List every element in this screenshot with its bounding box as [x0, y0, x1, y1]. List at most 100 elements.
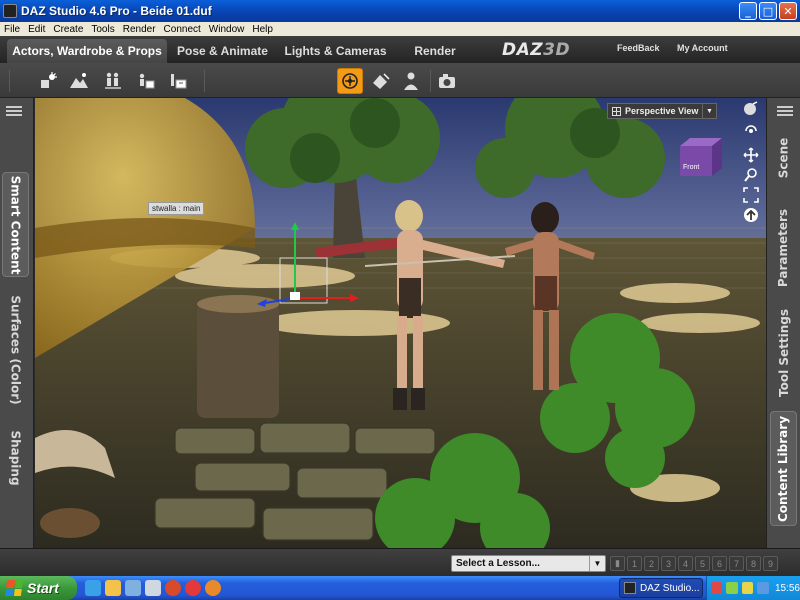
lesson-step[interactable]: 8	[746, 556, 761, 571]
daz3d-logo: DAZ3D	[502, 40, 570, 60]
taskbar-daz-studio[interactable]: DAZ Studio...	[619, 578, 703, 598]
lesson-step[interactable]: 5	[695, 556, 710, 571]
view-cube-label[interactable]: Front	[683, 164, 699, 171]
universal-tool-icon[interactable]	[337, 68, 363, 94]
grid-icon	[612, 106, 621, 116]
firefox-icon[interactable]	[205, 580, 221, 596]
pane-options-icon[interactable]	[6, 106, 22, 120]
menu-render[interactable]: Render	[119, 24, 160, 35]
add-light-icon[interactable]	[35, 68, 61, 94]
lesson-step[interactable]: 3	[661, 556, 676, 571]
menu-connect[interactable]: Connect	[160, 24, 205, 35]
terrain-icon[interactable]	[66, 68, 92, 94]
tab-lights-cameras[interactable]: Lights & Cameras	[278, 39, 393, 63]
move-icon[interactable]	[741, 146, 761, 164]
daz-app-icon	[3, 4, 17, 18]
tab-surfaces-color[interactable]: Surfaces (Color)	[2, 290, 29, 410]
network-icon[interactable]	[757, 582, 769, 594]
menu-tools[interactable]: Tools	[87, 24, 118, 35]
tab-content-library[interactable]: Content Library	[770, 411, 797, 526]
taskbar-task-label: DAZ Studio...	[640, 582, 700, 594]
tray-icon[interactable]	[726, 582, 738, 594]
windows-flag-icon	[4, 580, 24, 596]
menu-edit[interactable]: Edit	[24, 24, 49, 35]
camera-label: Perspective View	[625, 106, 699, 116]
tab-scene[interactable]: Scene	[770, 128, 797, 188]
window-title: DAZ Studio 4.6 Pro - Beide 01.duf	[21, 4, 212, 18]
desktop-icon[interactable]	[85, 580, 101, 596]
tab-tool-settings[interactable]: Tool Settings	[770, 303, 797, 403]
main-toolbar	[0, 63, 800, 98]
tab-actors-wardrobe-props[interactable]: Actors, Wardrobe & Props	[7, 39, 167, 63]
clock: 15:56	[774, 582, 800, 594]
tab-label: Pose & Animate	[177, 44, 268, 58]
vtab-label: Content Library	[776, 415, 791, 522]
tab-label: Lights & Cameras	[284, 44, 387, 58]
tab-smart-content[interactable]: Smart Content	[2, 172, 29, 277]
shading-sphere-icon[interactable]	[741, 100, 761, 118]
lesson-select[interactable]: Select a Lesson... ▼	[451, 555, 606, 572]
left-pane: Smart Content Surfaces (Color) Shaping	[0, 98, 34, 548]
menu-window[interactable]: Window	[205, 24, 249, 35]
volume-icon[interactable]	[741, 582, 754, 594]
figure-group-icon[interactable]	[100, 68, 126, 94]
lesson-step-first[interactable]: ▮	[610, 556, 625, 571]
vtab-label: Smart Content	[8, 175, 23, 274]
tab-parameters[interactable]: Parameters	[770, 198, 797, 298]
network-icon[interactable]	[125, 580, 141, 596]
scene-render	[35, 98, 766, 548]
lesson-step[interactable]: 7	[729, 556, 744, 571]
logo-daz-text: DAZ	[502, 40, 544, 60]
feedback-link[interactable]: FeedBack	[617, 43, 660, 53]
toolbar-separator	[9, 70, 10, 92]
folder-icon[interactable]	[105, 580, 121, 596]
close-button[interactable]: ✕	[779, 2, 797, 20]
tray-icon[interactable]	[711, 582, 723, 594]
lesson-step[interactable]: 2	[644, 556, 659, 571]
frame-icon[interactable]	[741, 186, 761, 204]
3d-viewport[interactable]: stwalla : main Front Perspective View ▼	[35, 98, 766, 548]
minimize-button[interactable]: _	[739, 2, 757, 20]
pane-options-icon[interactable]	[777, 106, 793, 120]
node-select-icon[interactable]	[368, 68, 394, 94]
start-button[interactable]: Start	[0, 576, 77, 600]
lesson-step[interactable]: 9	[763, 556, 778, 571]
toolbar-separator	[430, 70, 431, 92]
up-icon[interactable]	[741, 206, 761, 224]
menu-create[interactable]: Create	[49, 24, 87, 35]
tab-render[interactable]: Render	[400, 39, 470, 63]
lesson-step[interactable]: 4	[678, 556, 693, 571]
chevron-down-icon: ▼	[589, 556, 605, 571]
printer-icon[interactable]	[145, 580, 161, 596]
maximize-button[interactable]: □	[759, 2, 777, 20]
system-tray: 15:56	[706, 576, 800, 600]
activity-bar: Actors, Wardrobe & Props Pose & Animate …	[0, 36, 800, 63]
chevron-down-icon: ▼	[702, 104, 716, 118]
lesson-step[interactable]: 6	[712, 556, 727, 571]
camera-dropdown[interactable]: Perspective View ▼	[607, 103, 717, 119]
render-camera-icon[interactable]	[434, 68, 460, 94]
tab-pose-animate[interactable]: Pose & Animate	[170, 39, 275, 63]
windows-taskbar: Start DAZ Studio... 15:56	[0, 576, 800, 600]
viewport-tooltip: stwalla : main	[148, 202, 205, 215]
rotate-icon[interactable]	[741, 120, 761, 138]
content-load-icon[interactable]	[165, 68, 191, 94]
logo-3d-text: 3D	[543, 40, 571, 60]
vtab-label: Parameters	[776, 208, 791, 288]
zoom-icon[interactable]	[741, 166, 761, 184]
menu-help[interactable]: Help	[248, 24, 277, 35]
tab-label: Render	[414, 44, 456, 58]
lesson-bar: Select a Lesson... ▼ ▮ 1 2 3 4 5 6 7 8 9	[0, 548, 800, 576]
opera-icon[interactable]	[185, 580, 201, 596]
lesson-step[interactable]: 1	[627, 556, 642, 571]
right-pane: Scene Parameters Tool Settings Content L…	[766, 98, 800, 548]
content-add-icon[interactable]	[133, 68, 159, 94]
browser-icon[interactable]	[165, 580, 181, 596]
lesson-placeholder: Select a Lesson...	[456, 558, 540, 569]
menu-file[interactable]: File	[0, 24, 24, 35]
toolbar-separator	[204, 70, 205, 92]
tab-shaping[interactable]: Shaping	[2, 423, 29, 493]
my-account-link[interactable]: My Account	[677, 43, 728, 53]
vtab-label: Tool Settings	[776, 308, 791, 398]
figure-pose-icon[interactable]	[398, 68, 424, 94]
